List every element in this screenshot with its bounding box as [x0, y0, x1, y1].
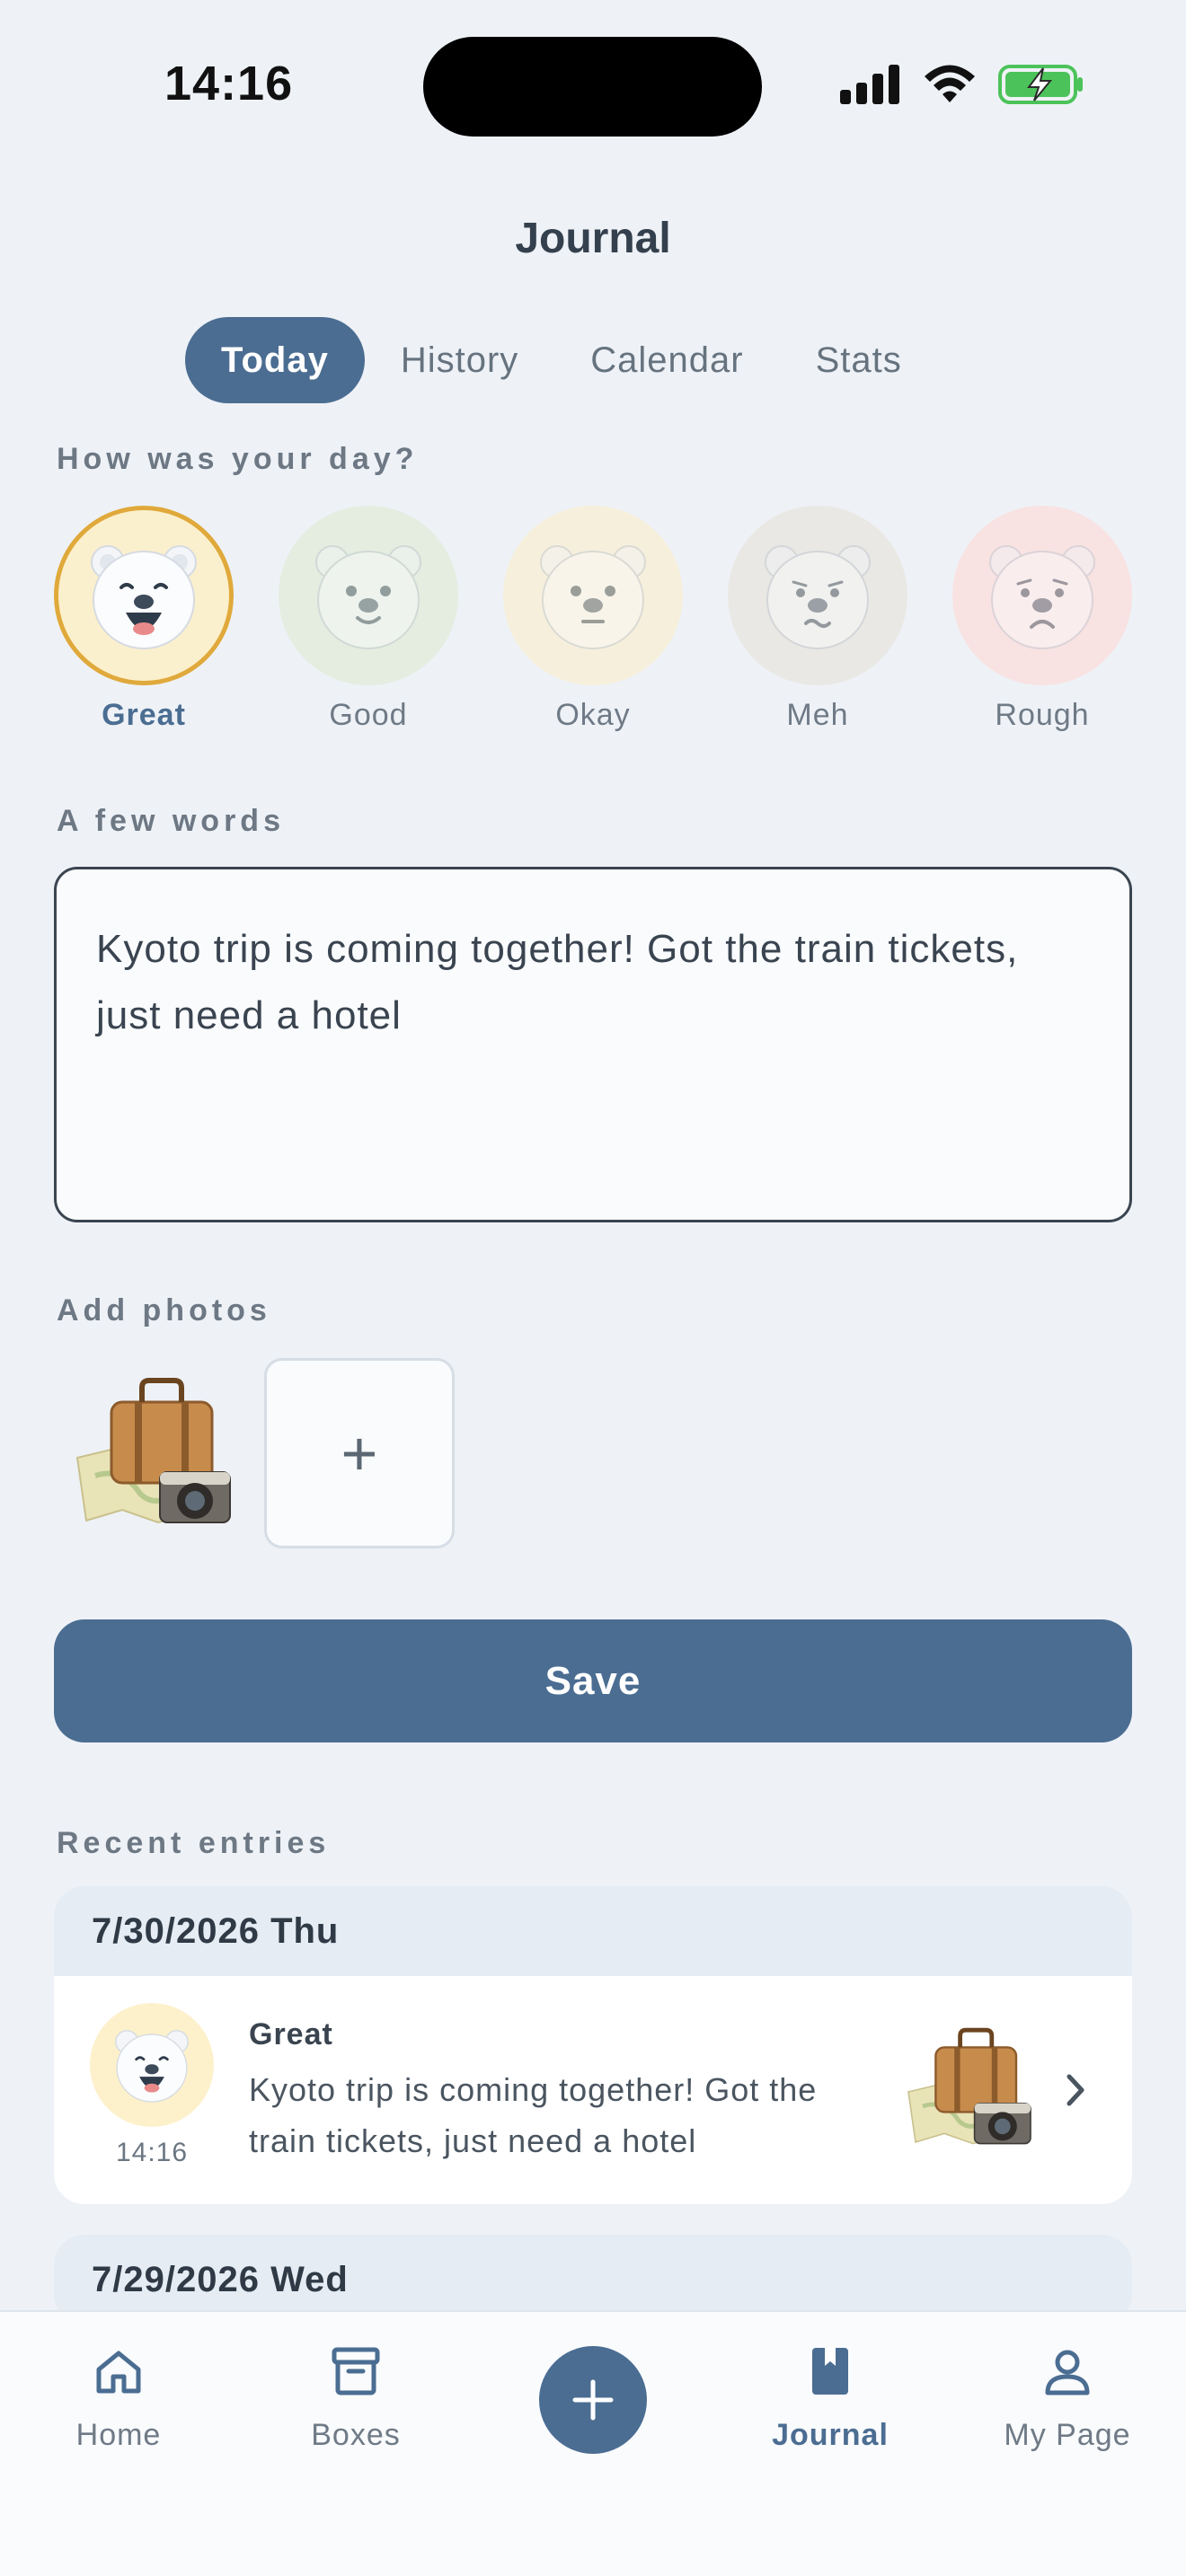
mood-selector: Great Good Okay Meh Rough [54, 506, 1132, 733]
mood-circle [503, 506, 683, 685]
tab-stats[interactable]: Stats [780, 317, 938, 403]
add-photo-button[interactable]: + [264, 1358, 455, 1548]
status-time: 14:16 [164, 57, 294, 110]
mood-circle [952, 506, 1132, 685]
travel-suitcase-map-camera-icon [907, 2027, 1031, 2145]
journal-note-input[interactable]: Kyoto trip is coming together! Got the t… [54, 867, 1132, 1222]
tab-bar: Today History Calendar Stats [185, 317, 938, 403]
entry-mood: Great [249, 2017, 333, 2051]
nav-label: Journal [772, 2418, 889, 2452]
save-button[interactable]: Save [54, 1619, 1132, 1742]
nav-label: My Page [1004, 2418, 1131, 2452]
mood-option-okay[interactable]: Okay [503, 506, 683, 733]
photo-section-label: Add photos [57, 1293, 271, 1328]
mood-circle [728, 506, 907, 685]
recent-section-label: Recent entries [57, 1826, 331, 1860]
status-icons [840, 63, 1084, 106]
mood-circle [54, 506, 234, 685]
signal-icon [840, 65, 899, 104]
user-icon [1045, 2350, 1090, 2395]
bear-happy-icon [115, 2030, 189, 2103]
nav-item-my-page[interactable]: My Page [969, 2344, 1166, 2453]
mood-label: Good [329, 698, 408, 732]
mood-circle [279, 506, 458, 685]
page-title: Journal [515, 215, 671, 262]
battery-icon [998, 65, 1083, 104]
mood-label: Great [102, 698, 186, 732]
tab-history[interactable]: History [365, 317, 554, 403]
nav-item-home[interactable]: Home [20, 2344, 217, 2453]
bear-worried-icon [765, 545, 871, 649]
tab-today[interactable]: Today [185, 317, 365, 403]
box-icon [332, 2347, 380, 2395]
nav-label: Home [75, 2418, 162, 2452]
dynamic-island [423, 37, 762, 137]
mood-option-meh[interactable]: Meh [728, 506, 907, 733]
tab-calendar[interactable]: Calendar [554, 317, 779, 403]
entry-body: 14:16 Great Kyoto trip is coming togethe… [54, 1976, 1132, 2204]
add-entry-fab[interactable] [539, 2346, 647, 2454]
mood-section-label: How was your day? [57, 442, 419, 476]
wifi-icon [925, 65, 975, 102]
note-section-label: A few words [57, 804, 285, 838]
nav-label: Boxes [311, 2418, 401, 2452]
mood-option-rough[interactable]: Rough [952, 506, 1132, 733]
plus-icon [572, 2379, 614, 2421]
status-bar: 14:16 [0, 0, 1186, 171]
mood-label: Meh [786, 698, 849, 732]
entry-time: 14:16 [115, 2138, 189, 2167]
entry-text: Kyoto trip is coming together! Got the t… [249, 2071, 818, 2159]
chevron-right-icon [1067, 2074, 1084, 2106]
bear-neutral-icon [540, 545, 646, 649]
bear-happy-icon [91, 545, 197, 649]
photo-list: + [54, 1358, 455, 1548]
bear-smile-icon [315, 545, 421, 649]
home-icon [96, 2351, 141, 2394]
bottom-nav: Home Boxes Journal My Page [0, 2310, 1186, 2576]
mood-option-good[interactable]: Good [279, 506, 458, 733]
nav-item-boxes[interactable]: Boxes [257, 2344, 455, 2453]
travel-suitcase-map-camera-icon [75, 1378, 231, 1524]
mood-label: Rough [995, 698, 1090, 732]
entry-mood-avatar [90, 2003, 214, 2127]
photo-thumbnail[interactable] [54, 1358, 244, 1548]
bear-sad-icon [989, 545, 1095, 649]
bookmark-icon [812, 2348, 848, 2395]
nav-item-journal[interactable]: Journal [731, 2344, 929, 2453]
entry-date: 7/30/2026 Thu [54, 1886, 1132, 1976]
mood-option-great[interactable]: Great [54, 506, 234, 733]
entry-card[interactable]: 7/30/2026 Thu 14:16 Great Kyoto trip is … [54, 1886, 1132, 2204]
mood-label: Okay [555, 698, 631, 732]
